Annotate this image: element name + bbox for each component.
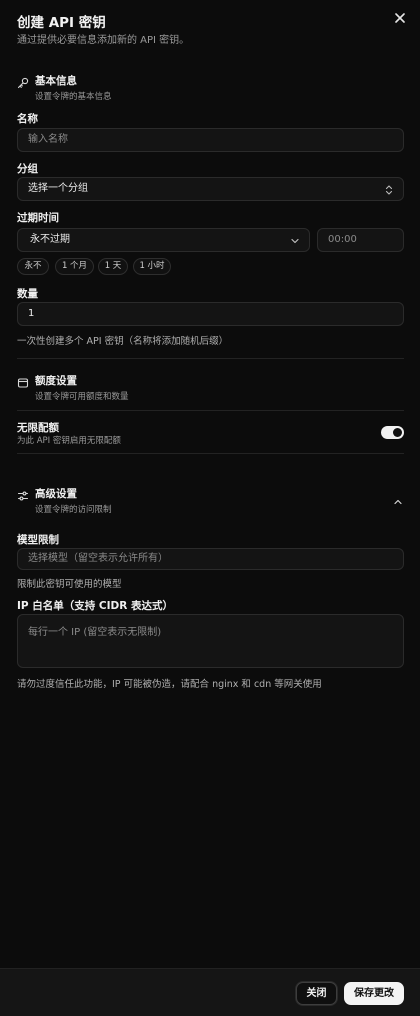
expire-select[interactable]: 永不过期: [17, 228, 310, 252]
group-select-value: 选择一个分组: [28, 183, 88, 194]
unlimited-quota-toggle[interactable]: [381, 426, 404, 439]
chevron-down-icon: [289, 234, 301, 246]
unlimited-quota-label: 无限配额: [17, 422, 59, 434]
quantity-label: 数量: [17, 288, 38, 300]
sheet-footer: 关闭 保存更改: [0, 968, 420, 1016]
name-input[interactable]: 输入名称: [17, 128, 404, 152]
sheet-subtitle: 通过提供必要信息添加新的 API 密钥。: [17, 35, 190, 46]
advanced-title: 高级设置: [35, 488, 77, 500]
chevron-up-icon[interactable]: [392, 493, 404, 505]
key-icon: [17, 74, 29, 89]
ip-whitelist-textarea[interactable]: 每行一个 IP (留空表示无限制): [17, 614, 404, 668]
quantity-input[interactable]: 1: [17, 302, 404, 326]
create-api-key-sheet: 创建 API 密钥 通过提供必要信息添加新的 API 密钥。 基本信息 设置令牌…: [0, 0, 420, 1016]
divider: [17, 453, 404, 454]
expire-label: 过期时间: [17, 212, 59, 224]
divider: [17, 410, 404, 411]
save-button[interactable]: 保存更改: [344, 982, 404, 1005]
group-label: 分组: [17, 163, 38, 175]
quota-title: 额度设置: [35, 375, 77, 387]
model-limit-help: 限制此密钥可使用的模型: [17, 579, 122, 590]
quick-expire-1-month[interactable]: 1 个月: [55, 258, 94, 275]
toggle-knob: [393, 428, 402, 437]
close-icon[interactable]: [391, 9, 409, 27]
advanced-desc: 设置令牌的访问限制: [35, 505, 112, 515]
expire-select-value: 永不过期: [30, 234, 70, 245]
quantity-help: 一次性创建多个 API 密钥（名称将添加随机后缀）: [17, 336, 229, 347]
divider: [17, 358, 404, 359]
sheet-title: 创建 API 密钥: [17, 15, 106, 31]
unlimited-quota-desc: 为此 API 密钥启用无限配额: [17, 436, 121, 446]
quota-desc: 设置令牌可用额度和数量: [35, 392, 129, 402]
advanced-section-header[interactable]: 高级设置 设置令牌的访问限制: [17, 486, 407, 516]
quota-section-header: 额度设置 设置令牌可用额度和数量: [17, 373, 407, 403]
sheet-header: 创建 API 密钥 通过提供必要信息添加新的 API 密钥。: [0, 0, 420, 56]
basic-info-desc: 设置令牌的基本信息: [35, 92, 112, 102]
sliders-icon: [17, 487, 29, 501]
quick-expire-never[interactable]: 永不: [17, 258, 49, 275]
chevron-up-down-icon: [383, 183, 395, 195]
group-select[interactable]: 选择一个分组: [17, 177, 404, 201]
basic-info-title: 基本信息: [35, 75, 77, 87]
quick-expire-1-hour[interactable]: 1 小时: [133, 258, 171, 275]
ip-whitelist-label: IP 白名单（支持 CIDR 表达式）: [17, 600, 173, 612]
name-label: 名称: [17, 113, 38, 125]
time-input[interactable]: 00:00: [317, 228, 404, 252]
basic-info-section-header: 基本信息 设置令牌的基本信息: [17, 73, 407, 103]
wallet-icon: [17, 374, 29, 388]
quick-expire-1-day[interactable]: 1 天: [98, 258, 128, 275]
model-select[interactable]: 选择模型（留空表示允许所有）: [17, 548, 404, 570]
model-limit-label: 模型限制: [17, 534, 59, 546]
close-button[interactable]: 关闭: [296, 982, 337, 1005]
ip-whitelist-help: 请勿过度信任此功能，IP 可能被伪造，请配合 nginx 和 cdn 等网关使用: [17, 679, 322, 690]
